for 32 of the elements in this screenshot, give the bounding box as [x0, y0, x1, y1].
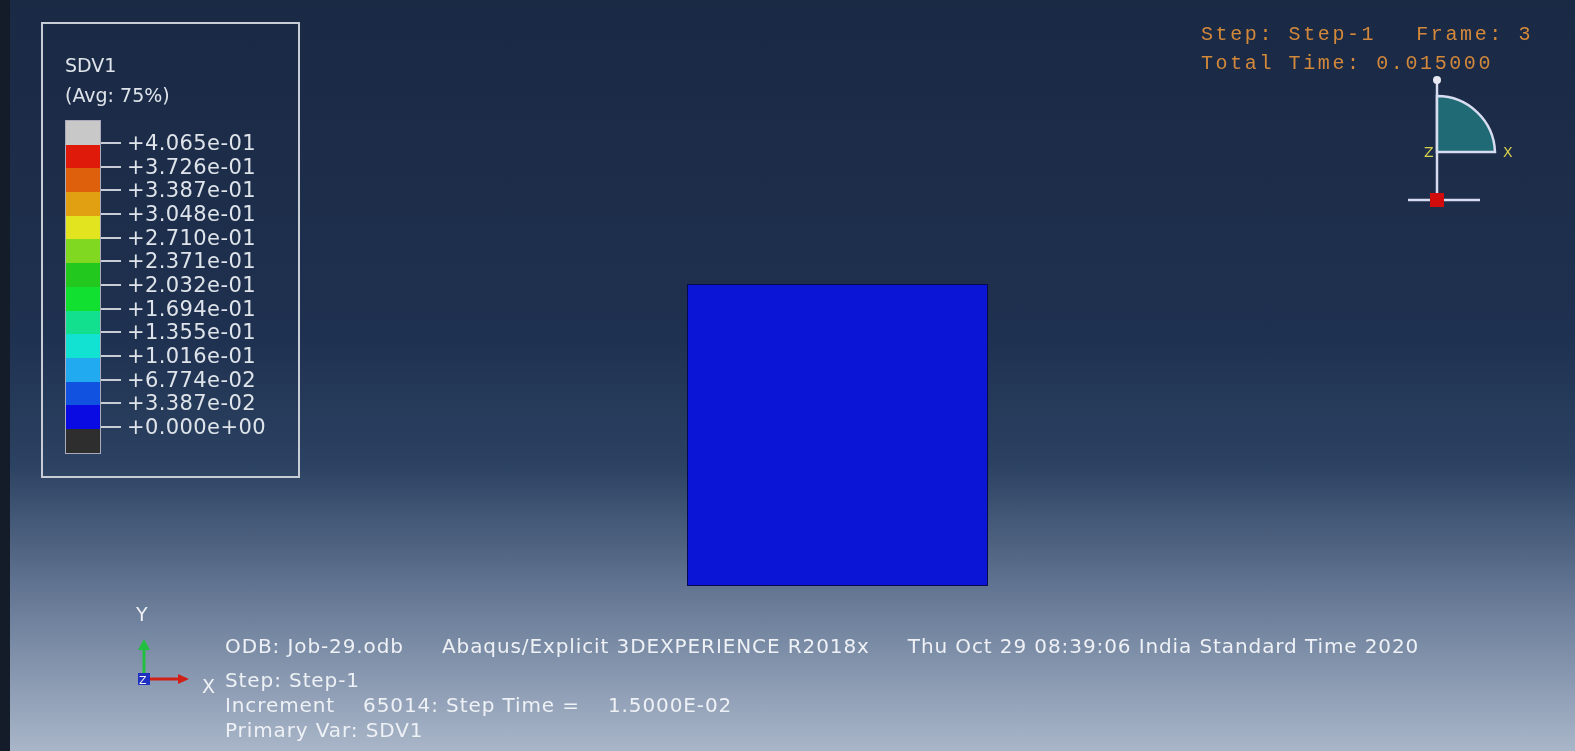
legend-value: +1.016e-01 [127, 345, 256, 368]
legend-value: +2.710e-01 [127, 226, 256, 249]
legend-value: +1.355e-01 [127, 321, 256, 344]
legend-value: +3.387e-02 [127, 392, 256, 415]
increment-value: 65014: Step Time = [363, 693, 580, 718]
axis-label: Z [1424, 144, 1434, 160]
axis-label: Z [139, 674, 147, 687]
legend-value: +3.048e-01 [127, 202, 256, 225]
legend-subtitle: (Avg: 75%) [65, 83, 171, 108]
legend-value: +3.726e-01 [127, 155, 256, 178]
step-label: Step: Step-1 [225, 668, 361, 693]
total-time-label: Total Time: 0.015000 [1201, 52, 1494, 75]
legend-value: +6.774e-02 [127, 368, 256, 391]
step-label: Step: Step-1 [1201, 22, 1377, 48]
legend-value: +3.387e-01 [127, 179, 256, 202]
axis-label: X [1503, 144, 1513, 160]
legend-value: +2.032e-01 [127, 273, 256, 296]
legend-title: SDV1 [65, 53, 118, 78]
axis-label: Y [136, 603, 148, 625]
legend-value: +1.694e-01 [127, 297, 256, 320]
legend-value: +0.000e+00 [127, 416, 266, 439]
step-time-value: 1.5000E-02 [607, 693, 733, 718]
solver-label: Abaqus/Explicit 3DEXPERIENCE R2018x [441, 634, 870, 659]
legend-value: +2.371e-01 [127, 250, 256, 273]
odb-label: ODB: Job-29.odb [225, 634, 404, 659]
axis-triad-drawing [138, 639, 189, 685]
frame-label: Frame: 3 [1416, 22, 1534, 48]
increment-label: Increment [225, 693, 336, 718]
date-label: Thu Oct 29 08:39:06 India Standard Time 2020 [907, 634, 1420, 659]
primary-var-label: Primary Var: SDV1 [225, 718, 425, 743]
axis-label: X [202, 675, 216, 697]
legend-value: +4.065e-01 [127, 131, 256, 154]
